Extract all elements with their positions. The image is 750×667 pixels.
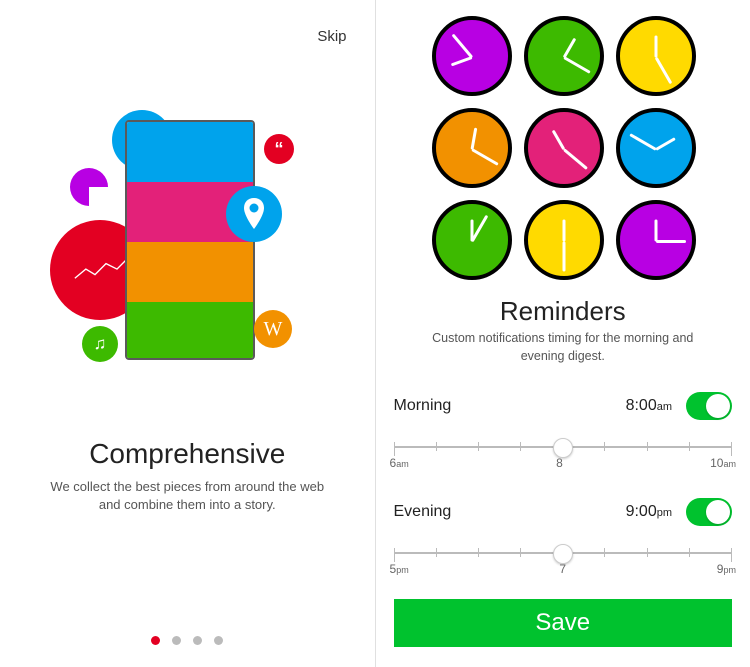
location-pin-icon (226, 186, 282, 242)
slider-min-label: 5pm (390, 562, 409, 576)
music-icon: ♫ (82, 326, 118, 362)
hero-illustration: “ ♫ W (0, 70, 375, 390)
evening-slider[interactable]: 5pm 7 9pm (394, 544, 733, 578)
page-dot[interactable] (193, 636, 202, 645)
reminders-description: Custom notifications timing for the morn… (432, 330, 695, 365)
slider-thumb[interactable] (553, 544, 573, 564)
page-dot[interactable] (172, 636, 181, 645)
slider-mid-label: 8 (556, 456, 563, 470)
phone-frame (125, 120, 255, 360)
clock-icon (524, 200, 604, 280)
content-bar (127, 122, 253, 182)
clock-grid (432, 16, 696, 280)
evening-label: Evening (394, 503, 452, 521)
evening-time: 9:00pm (626, 503, 672, 521)
morning-time: 8:00am (626, 397, 672, 415)
pie-chart-icon (70, 168, 108, 206)
clock-icon (432, 108, 512, 188)
content-bar (127, 242, 253, 302)
clock-icon (616, 108, 696, 188)
reminders-panel: Reminders Custom notifications timing fo… (376, 0, 750, 667)
onboarding-title: Comprehensive (0, 438, 375, 470)
skip-button[interactable]: Skip (317, 28, 346, 45)
save-button[interactable]: Save (394, 599, 733, 647)
evening-toggle[interactable] (686, 498, 732, 526)
morning-slider[interactable]: 6am 8 10am (394, 438, 733, 472)
reminders-title: Reminders (376, 296, 750, 327)
clock-icon (616, 200, 696, 280)
morning-row: Morning 8:00am 6am 8 10am (394, 392, 733, 472)
page-dot[interactable] (214, 636, 223, 645)
page-dots (0, 636, 375, 645)
clock-icon (432, 16, 512, 96)
slider-max-label: 10am (710, 456, 736, 470)
slider-thumb[interactable] (553, 438, 573, 458)
clock-icon (524, 16, 604, 96)
slider-max-label: 9pm (717, 562, 736, 576)
morning-label: Morning (394, 397, 452, 415)
evening-row: Evening 9:00pm 5pm 7 9pm (394, 498, 733, 578)
clock-icon (616, 16, 696, 96)
onboarding-panel: Skip “ ♫ W Comprehensive We collect the … (0, 0, 375, 667)
page-dot[interactable] (151, 636, 160, 645)
content-bar (127, 302, 253, 360)
morning-toggle[interactable] (686, 392, 732, 420)
clock-icon (432, 200, 512, 280)
clock-icon (524, 108, 604, 188)
quote-icon: “ (264, 134, 294, 164)
wikipedia-icon: W (254, 310, 292, 348)
slider-min-label: 6am (390, 456, 409, 470)
onboarding-description: We collect the best pieces from around t… (40, 478, 335, 514)
slider-mid-label: 7 (559, 562, 566, 576)
